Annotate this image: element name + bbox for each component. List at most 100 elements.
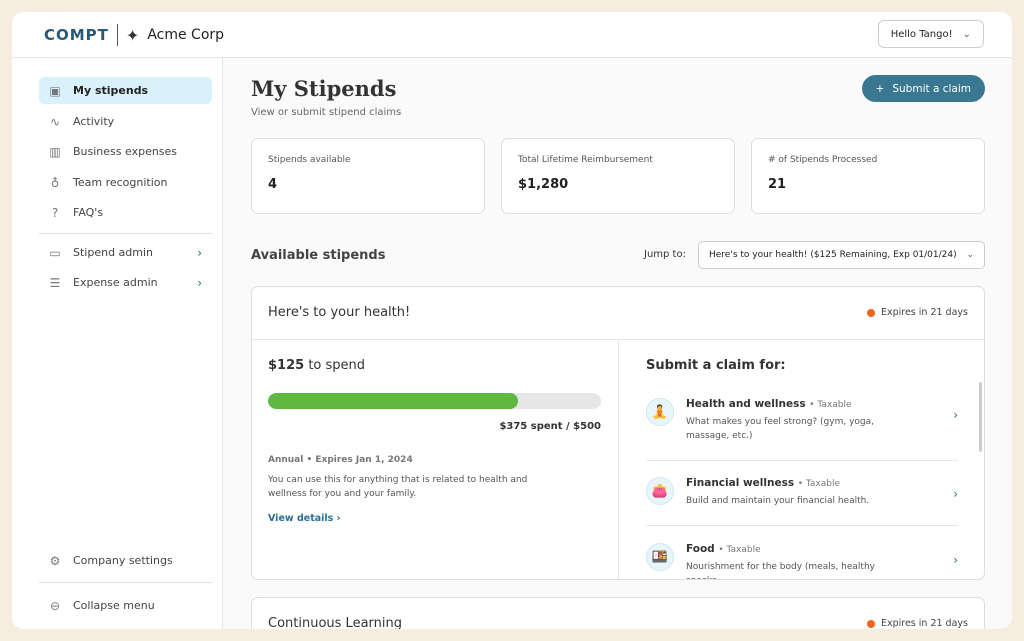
- category-name: Financial wellness: [686, 477, 794, 489]
- divider: [618, 339, 619, 579]
- brand-logo: COMPT: [44, 26, 109, 44]
- claim-category[interactable]: 🍱 Food • Taxable Nourishment for the body …: [646, 543, 958, 580]
- expiry-text: Expires in 21 days: [881, 618, 968, 629]
- plus-icon: +: [876, 83, 885, 95]
- stat-label: Stipends available: [268, 155, 468, 165]
- amount: $125: [268, 358, 304, 373]
- app-window: COMPT ✦ Acme Corp Hello Tango!⌄ ▣ My stip…: [12, 12, 1012, 629]
- sidebar-item-stipend-admin[interactable]: ▭ Stipend admin ›: [39, 239, 212, 266]
- chevron-right-icon: ›: [953, 487, 958, 501]
- view-details-label: View details: [268, 513, 333, 524]
- collapse-label: Collapse menu: [73, 599, 155, 612]
- category-name: Food: [686, 543, 715, 555]
- sidebar-item-team-recognition[interactable]: ♁ Team recognition: [39, 169, 212, 196]
- stipend-description: You can use this for anything that is re…: [268, 473, 568, 501]
- sidebar-item-label: FAQ's: [73, 206, 103, 219]
- chevron-right-icon: ›: [197, 276, 202, 290]
- chevron-right-icon: ›: [197, 246, 202, 260]
- company-name: Acme Corp: [147, 27, 224, 43]
- taxable-tag: • Taxable: [798, 479, 840, 489]
- stipend-title: Here's to your health!: [268, 305, 410, 320]
- sidebar-item-label: My stipends: [73, 84, 148, 97]
- sidebar-item-expense-admin[interactable]: ☰ Expense admin ›: [39, 269, 212, 296]
- chevron-right-icon: ›: [953, 553, 958, 567]
- category-name: Health and wellness: [686, 398, 806, 410]
- company-settings-link[interactable]: ⚙ Company settings: [39, 547, 212, 574]
- stat-card: # of Stipends Processed 21: [751, 138, 985, 214]
- category-description: Nourishment for the body (meals, healthy…: [686, 560, 896, 580]
- to-spend-label: to spend: [308, 358, 365, 373]
- sidebar-item-label: Expense admin: [73, 276, 158, 289]
- sidebar-item-business-expenses[interactable]: ▥ Business expenses: [39, 138, 212, 165]
- status-dot: [867, 309, 875, 317]
- collapse-menu-button[interactable]: ⊖ Collapse menu: [39, 592, 212, 619]
- progress-bar: [268, 393, 601, 409]
- jump-select[interactable]: Here's to your health! ($125 Remaining, …: [698, 241, 985, 269]
- section-title: Available stipends: [251, 248, 385, 263]
- expiry-text: Expires in 21 days: [881, 307, 968, 318]
- claim-category[interactable]: 🧘 Health and wellness • Taxable What makes…: [646, 398, 958, 461]
- sidebar-item-label: Business expenses: [73, 145, 177, 158]
- money-icon: ▣: [47, 84, 63, 98]
- database-icon: ☰: [47, 276, 63, 290]
- stat-card: Total Lifetime Reimbursement $1,280: [501, 138, 735, 214]
- yoga-icon: 🧘: [646, 398, 674, 426]
- chevron-down-icon: ⌄: [966, 250, 974, 260]
- question-icon: ?: [47, 206, 63, 220]
- submit-claim-button[interactable]: + Submit a claim: [862, 75, 985, 102]
- page-title: My Stipends: [251, 76, 396, 101]
- sidebar-item-activity[interactable]: ∿ Activity: [39, 108, 212, 135]
- stipend-card: Continuous Learning Expires in 21 days: [251, 597, 985, 629]
- sidebar-item-label: Activity: [73, 115, 114, 128]
- pulse-icon: ∿: [47, 115, 63, 129]
- sidebar-item-faqs[interactable]: ? FAQ's: [39, 199, 212, 226]
- sidebar: ▣ My stipends ∿ Activity ▥ Business expense…: [12, 58, 223, 629]
- main-content: My Stipends View or submit stipend claim…: [224, 58, 1012, 629]
- briefcase-icon: ▥: [47, 145, 63, 159]
- jump-value: Here's to your health! ($125 Remaining, …: [709, 250, 957, 260]
- stat-card: Stipends available 4: [251, 138, 485, 214]
- chevron-right-icon: ›: [953, 408, 958, 422]
- award-icon: ♁: [47, 176, 63, 190]
- jump-label: Jump to:: [644, 249, 686, 260]
- progress-fill: [268, 393, 518, 409]
- sidebar-item-label: Stipend admin: [73, 246, 153, 259]
- stat-value: $1,280: [518, 177, 718, 192]
- page-subtitle: View or submit stipend claims: [251, 107, 401, 118]
- spent-text: $375 spent / $500: [268, 421, 601, 432]
- status-dot: [867, 620, 875, 628]
- stipend-meta: Annual • Expires Jan 1, 2024: [268, 455, 413, 465]
- user-menu-button[interactable]: Hello Tango!⌄: [878, 20, 984, 48]
- settings-label: Company settings: [73, 554, 173, 567]
- scrollbar[interactable]: [979, 382, 982, 452]
- wallet-icon: ▭: [47, 246, 63, 260]
- expiry-badge: Expires in 21 days: [867, 307, 968, 318]
- expiry-badge: Expires in 21 days: [867, 618, 968, 629]
- category-description: Build and maintain your financial health…: [686, 494, 896, 508]
- chevron-down-icon: ⌄: [963, 29, 971, 40]
- stat-value: 4: [268, 177, 468, 192]
- stipend-card: Here's to your health! Expires in 21 day…: [251, 286, 985, 580]
- star-icon: ✦: [126, 26, 139, 45]
- view-details-link[interactable]: View details ›: [268, 513, 341, 524]
- claim-title: Submit a claim for:: [646, 358, 786, 373]
- sidebar-item-label: Team recognition: [73, 176, 167, 189]
- taxable-tag: • Taxable: [718, 545, 760, 555]
- logo-divider: [117, 24, 118, 46]
- food-icon: 🍱: [646, 543, 674, 571]
- submit-label: Submit a claim: [892, 83, 971, 95]
- stat-label: # of Stipends Processed: [768, 155, 968, 165]
- divider: [39, 582, 212, 583]
- category-description: What makes you feel strong? (gym, yoga, …: [686, 415, 896, 443]
- collapse-icon: ⊖: [47, 599, 63, 613]
- header: COMPT ✦ Acme Corp Hello Tango!⌄: [12, 12, 1012, 58]
- stat-label: Total Lifetime Reimbursement: [518, 155, 718, 165]
- gear-icon: ⚙: [47, 554, 63, 568]
- taxable-tag: • Taxable: [809, 400, 851, 410]
- divider: [39, 233, 212, 234]
- claim-category[interactable]: 👛Financial wellness • TaxableBuild and m…: [646, 477, 958, 526]
- sidebar-item-my-stipends[interactable]: ▣ My stipends: [39, 77, 212, 104]
- stat-value: 21: [768, 177, 968, 192]
- stipend-title: Continuous Learning: [268, 616, 402, 629]
- logo: COMPT ✦ Acme Corp: [44, 24, 224, 46]
